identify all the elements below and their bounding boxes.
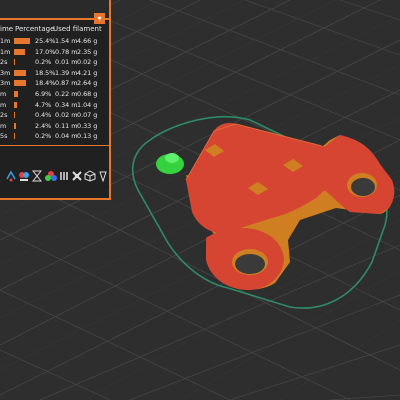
- row-time: 2s: [0, 58, 8, 67]
- row-weight: 2.35 g: [77, 47, 98, 56]
- legend-row: 3m 18.4% 0.87 m 2.64 g: [0, 78, 109, 88]
- percentage-bar: [14, 122, 16, 129]
- column-header-time: ime: [0, 25, 14, 33]
- legend-divider: [0, 145, 109, 146]
- row-length: 0.01 m: [55, 58, 78, 67]
- percentage-bar: [14, 48, 25, 55]
- legend-row: 5s 0.2% 0.04 m 0.13 g: [0, 131, 109, 141]
- row-time: m: [0, 121, 7, 130]
- row-percentage: 17.0%: [35, 47, 56, 56]
- travel-icon[interactable]: [4, 166, 18, 186]
- row-length: 1.39 m: [55, 68, 78, 77]
- row-length: 0.11 m: [55, 121, 78, 130]
- percentage-bar: [14, 133, 15, 140]
- row-length: 0.04 m: [55, 132, 78, 141]
- percentage-bar: [14, 101, 17, 108]
- legend-panel: ▾ ime Percentage Used filament 1m 25.4% 1.…: [0, 0, 111, 200]
- chevron-down-icon[interactable]: ▾: [94, 13, 105, 24]
- percentage-bar: [14, 59, 15, 66]
- row-time: 2s: [0, 111, 8, 120]
- row-time: 3m: [0, 79, 11, 88]
- row-length: 0.87 m: [55, 79, 78, 88]
- retraction-icon[interactable]: [30, 166, 44, 186]
- legend-row: 1m 25.4% 1.54 m 4.66 g: [0, 36, 109, 46]
- legend-row: 2s 0.2% 0.01 m 0.02 g: [0, 57, 109, 67]
- row-percentage: 4.7%: [35, 100, 52, 109]
- row-length: 0.34 m: [55, 100, 78, 109]
- legend-row: m 2.4% 0.11 m 0.33 g: [0, 121, 109, 131]
- row-percentage: 18.4%: [35, 79, 56, 88]
- row-weight: 0.13 g: [77, 132, 98, 141]
- row-length: 0.02 m: [55, 111, 78, 120]
- row-weight: 4.66 g: [77, 37, 98, 45]
- row-length: 0.22 m: [55, 90, 78, 98]
- row-time: 1m: [0, 37, 11, 45]
- tool-marker-icon[interactable]: [96, 166, 110, 186]
- row-percentage: 18.5%: [35, 68, 56, 77]
- row-percentage: 2.4%: [35, 121, 52, 130]
- custom-gcode-icon[interactable]: [70, 166, 84, 186]
- legend-row: m 4.7% 0.34 m 1.04 g: [0, 100, 109, 110]
- row-weight: 0.33 g: [77, 121, 98, 130]
- legend-row: 3m 18.5% 1.39 m 4.21 g: [0, 68, 109, 78]
- row-weight: 2.64 g: [77, 79, 98, 88]
- row-weight: 0.07 g: [77, 111, 98, 120]
- percentage-bar: [14, 80, 26, 87]
- legend-view-selector[interactable]: ▾: [0, 0, 109, 24]
- row-weight: 0.68 g: [77, 90, 98, 98]
- percentage-bar: [14, 38, 30, 44]
- legend-row: m 6.9% 0.22 m 0.68 g: [0, 89, 109, 99]
- row-weight: 1.04 g: [77, 100, 98, 109]
- row-time: 1m: [0, 47, 11, 56]
- percentage-bar: [14, 112, 15, 119]
- row-percentage: 0.2%: [35, 58, 52, 67]
- row-percentage: 6.9%: [35, 90, 52, 98]
- row-time: 5s: [0, 132, 8, 141]
- column-header-used-filament: Used filament: [53, 25, 102, 33]
- row-time: m: [0, 100, 7, 109]
- shells-icon[interactable]: [83, 166, 97, 186]
- row-length: 0.78 m: [55, 47, 78, 56]
- percentage-bar: [14, 69, 26, 76]
- legend-toolbar: [0, 166, 109, 188]
- row-weight: 4.21 g: [77, 68, 98, 77]
- row-percentage: 0.2%: [35, 132, 52, 141]
- row-length: 1.54 m: [55, 37, 78, 45]
- pause-icon[interactable]: [57, 166, 71, 186]
- legend-row: 2s 0.4% 0.02 m 0.07 g: [0, 110, 109, 120]
- row-time: m: [0, 90, 7, 98]
- legend-row: 1m 17.0% 0.78 m 2.35 g: [0, 47, 109, 57]
- row-time: 3m: [0, 68, 11, 77]
- row-percentage: 25.4%: [35, 37, 56, 45]
- color-change-icon[interactable]: [44, 166, 58, 186]
- row-percentage: 0.4%: [35, 111, 52, 120]
- wipe-icon[interactable]: [17, 166, 31, 186]
- percentage-bar: [14, 91, 19, 97]
- column-header-percentage: Percentage: [15, 25, 55, 33]
- row-weight: 0.02 g: [77, 58, 98, 67]
